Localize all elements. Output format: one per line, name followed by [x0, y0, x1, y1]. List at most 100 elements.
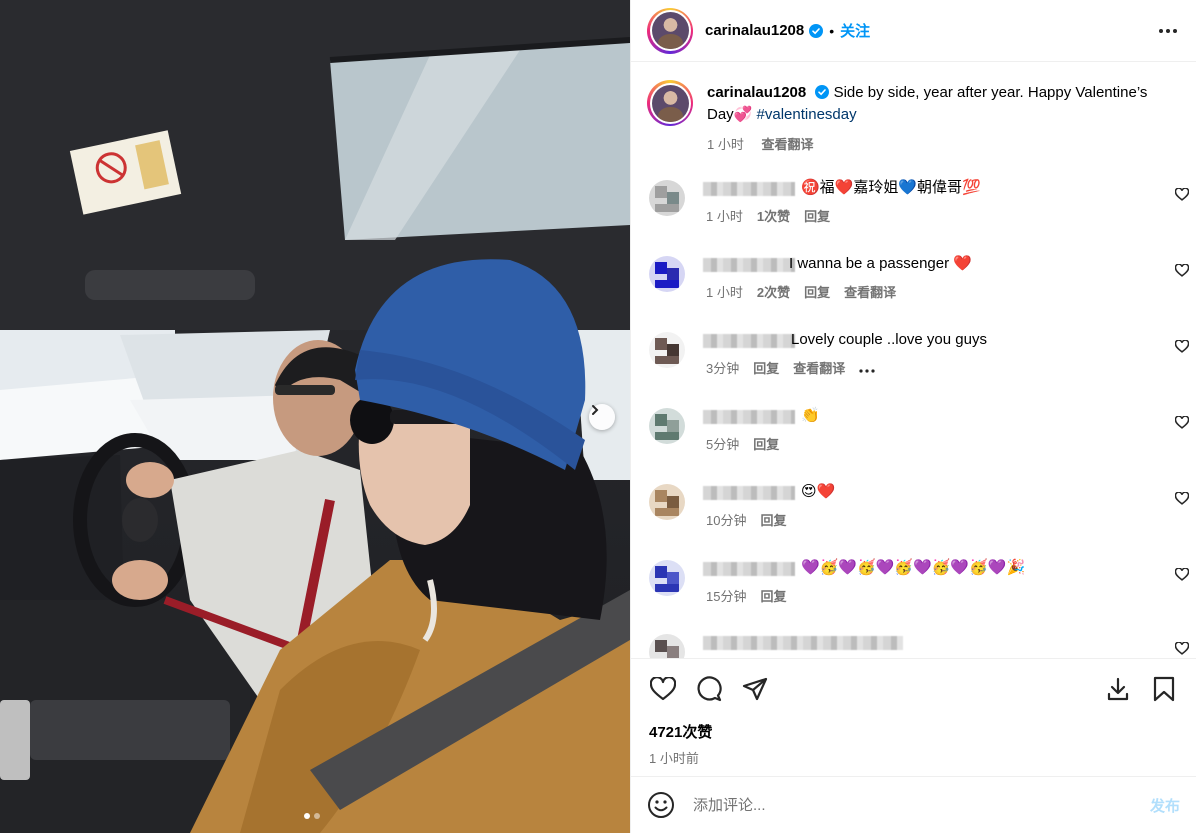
comment-text: 👏	[801, 407, 820, 424]
comment-row	[649, 634, 1190, 658]
carousel-indicator	[304, 813, 320, 819]
likes-count[interactable]: 4721次赞	[631, 721, 1196, 742]
commenter-username-blurred[interactable]	[703, 486, 795, 500]
comment-text: 💜🥳💜🥳💜🥳💜🥳💜🥳💜🎉	[801, 559, 1026, 576]
post-details-panel: carinalau1208 • 关注 carinalau1208 Side by…	[630, 0, 1196, 833]
next-slide-button[interactable]	[589, 404, 615, 430]
comments-scroll-area[interactable]: carinalau1208 Side by side, year after y…	[631, 62, 1196, 658]
like-button[interactable]	[649, 675, 677, 703]
comment-time: 10分钟	[706, 513, 747, 528]
author-avatar[interactable]	[647, 7, 693, 54]
caption-avatar[interactable]	[647, 80, 693, 126]
comment-like-button[interactable]	[1174, 641, 1190, 656]
commenter-avatar[interactable]	[649, 180, 685, 216]
commenter-avatar[interactable]	[649, 484, 685, 520]
commenter-avatar[interactable]	[649, 256, 685, 292]
commenter-avatar[interactable]	[649, 408, 685, 444]
emoji-picker-button[interactable]	[647, 791, 675, 819]
heart-icon	[1174, 415, 1190, 429]
comment-bubble-icon	[697, 676, 722, 702]
carousel-dot	[314, 813, 320, 819]
commenter-avatar[interactable]	[649, 634, 685, 658]
comment-text: I wanna be a passenger ❤️	[789, 255, 972, 272]
comment-like-button[interactable]	[1174, 415, 1190, 430]
comment-time: 5分钟	[706, 437, 740, 452]
comment-meta: 1 小时 1次赞 回复	[706, 206, 844, 225]
comment-like-button[interactable]	[1174, 491, 1190, 506]
comment-more-icon[interactable]	[859, 361, 875, 376]
comment-time: 15分钟	[706, 589, 747, 604]
comment-likes[interactable]: 1次赞	[757, 209, 790, 224]
reply-button[interactable]: 回复	[760, 513, 786, 528]
reply-button[interactable]: 回复	[760, 589, 786, 604]
carousel-dot	[304, 813, 310, 819]
reply-button[interactable]: 回复	[804, 209, 830, 224]
post-comment-button[interactable]: 发布	[1150, 795, 1180, 816]
heart-icon	[650, 677, 676, 701]
comment-likes[interactable]: 2次赞	[757, 285, 790, 300]
follow-button[interactable]: 关注	[840, 20, 870, 41]
share-button[interactable]	[741, 675, 769, 703]
comment-time: 1 小时	[706, 209, 743, 224]
commenter-username-blurred[interactable]	[703, 182, 795, 196]
see-translation-link[interactable]: 查看翻译	[844, 285, 896, 300]
post-timestamp: 1 小时前	[649, 751, 699, 766]
commenter-username-blurred[interactable]	[703, 258, 795, 272]
comment-text: ㊗️福❤️嘉玲姐💙朝偉哥💯	[801, 179, 981, 196]
see-translation-link[interactable]: 查看翻译	[793, 361, 845, 376]
commenter-avatar[interactable]	[649, 560, 685, 596]
comment-text: Lovely couple ..love you guys	[791, 331, 987, 348]
comment-button[interactable]	[695, 675, 723, 703]
hashtag-link[interactable]: #valentinesday	[757, 106, 857, 123]
commenter-username-blurred[interactable]	[703, 562, 795, 576]
verified-badge-icon	[815, 85, 830, 99]
more-horizontal-icon	[1159, 28, 1177, 33]
comment-meta: 3分钟 回复 查看翻译	[706, 358, 889, 377]
see-translation-link[interactable]: 查看翻译	[761, 137, 813, 152]
comment-text: 😍❤️	[801, 483, 836, 500]
commenter-username-blurred[interactable]	[703, 334, 795, 348]
comment-row: ㊗️福❤️嘉玲姐💙朝偉哥💯 1 小时 1次赞 回复	[649, 179, 1190, 240]
heart-icon	[1174, 641, 1190, 655]
comment-like-button[interactable]	[1174, 263, 1190, 278]
commenter-avatar[interactable]	[649, 332, 685, 368]
comment-like-button[interactable]	[1174, 567, 1190, 582]
commenter-username-blurred[interactable]	[703, 636, 903, 650]
heart-icon	[1174, 339, 1190, 353]
comment-row: Lovely couple ..love you guys 3分钟 回复 查看翻译	[649, 331, 1190, 392]
comment-like-button[interactable]	[1174, 187, 1190, 202]
save-button[interactable]	[1150, 675, 1178, 703]
comment-row: 👏 5分钟 回复	[649, 407, 1190, 468]
post-actions: 4721次赞 1 小时前	[631, 658, 1196, 767]
bookmark-icon	[1153, 676, 1175, 702]
chevron-right-icon	[592, 405, 599, 415]
comment-input[interactable]	[693, 796, 1150, 814]
download-icon	[1107, 677, 1129, 701]
more-options-button[interactable]	[1156, 19, 1180, 43]
commenter-username-blurred[interactable]	[703, 410, 795, 424]
comment-time: 3分钟	[706, 361, 740, 376]
comment-row: I wanna be a passenger ❤️ 1 小时 2次赞 回复 查看翻译	[649, 255, 1190, 316]
heart-icon	[1174, 187, 1190, 201]
caption-time: 1 小时	[707, 137, 744, 152]
caption-meta: 1 小时 查看翻译	[707, 134, 1157, 153]
reply-button[interactable]: 回复	[753, 437, 779, 452]
post-caption: carinalau1208 Side by side, year after y…	[631, 62, 1196, 153]
comment-row: 💜🥳💜🥳💜🥳💜🥳💜🥳💜🎉 15分钟 回复	[649, 559, 1190, 620]
post-photo[interactable]	[0, 0, 630, 833]
reply-button[interactable]: 回复	[753, 361, 779, 376]
comment-meta: 5分钟 回复	[706, 434, 793, 453]
comment-like-button[interactable]	[1174, 339, 1190, 354]
heart-icon	[1174, 263, 1190, 277]
caption-username[interactable]: carinalau1208	[707, 84, 806, 101]
car-selfie-image	[0, 0, 630, 833]
verified-badge-icon	[809, 23, 824, 38]
comment-meta: 15分钟 回复	[706, 586, 800, 605]
comment-time: 1 小时	[706, 285, 743, 300]
author-username[interactable]: carinalau1208	[705, 22, 804, 39]
reply-button[interactable]: 回复	[804, 285, 830, 300]
download-button[interactable]	[1104, 675, 1132, 703]
heart-icon	[1174, 567, 1190, 581]
comment-row: 😍❤️ 10分钟 回复	[649, 483, 1190, 544]
comment-meta: 1 小时 2次赞 回复 查看翻译	[706, 282, 910, 301]
